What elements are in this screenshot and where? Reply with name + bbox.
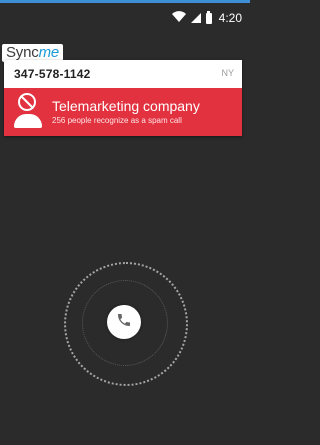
logo-text-me: me [38,44,60,61]
person-icon [14,114,42,128]
spam-avatar [12,93,44,131]
caller-number-row: 347-578-1142 NY [4,60,242,88]
caller-id-card: 347-578-1142 NY Telemarketing company 25… [4,60,242,136]
signal-icon [190,13,201,23]
caller-region: NY [221,68,234,78]
status-bar: 4:20 [0,3,250,33]
battery-icon [205,10,212,24]
spam-warning-banner: Telemarketing company 256 people recogni… [4,88,242,136]
spam-title: Telemarketing company [52,98,200,114]
status-time: 4:20 [218,11,242,25]
phone-icon [116,312,132,333]
block-icon [18,93,36,111]
status-icons: 4:20 [171,10,242,25]
answer-call-button[interactable] [107,305,141,339]
wifi-icon [171,11,186,25]
spam-subtitle: 256 people recognize as a spam call [52,116,182,125]
logo-text-sync: Sync [6,44,39,61]
caller-phone-number: 347-578-1142 [14,67,91,81]
